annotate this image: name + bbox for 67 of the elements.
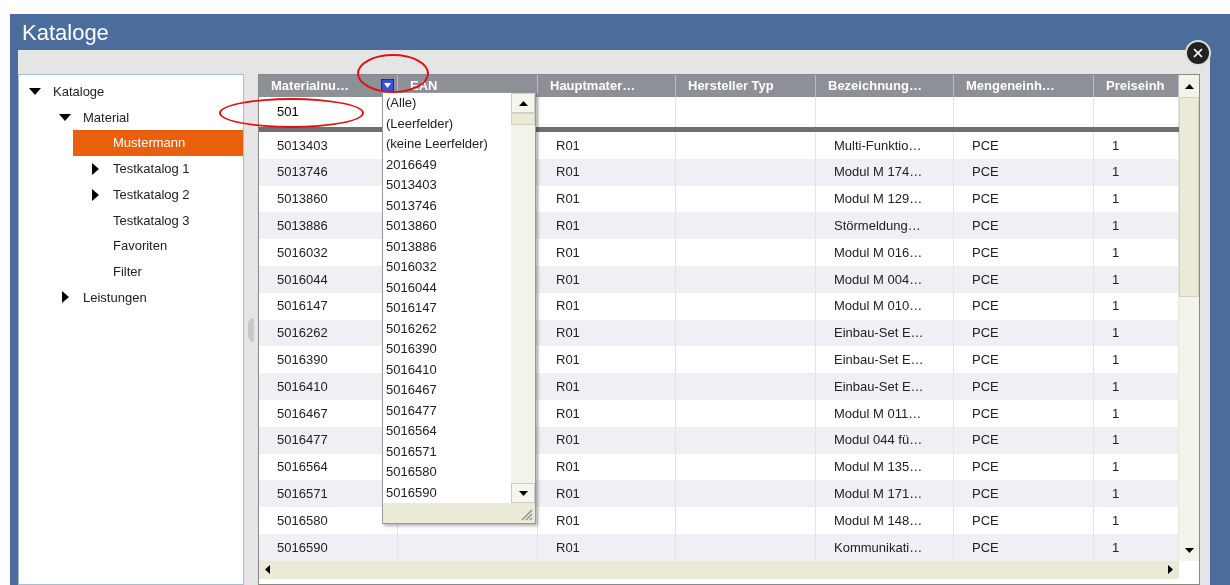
table-cell: Modul M 148… bbox=[816, 507, 954, 534]
table-cell: Modul M 011… bbox=[816, 399, 954, 427]
scroll-up-icon[interactable] bbox=[518, 100, 528, 106]
table-cell: R01 bbox=[538, 239, 676, 266]
table-cell: R01 bbox=[538, 292, 676, 320]
dropdown-option[interactable]: 5016032 bbox=[386, 257, 511, 278]
dropdown-option[interactable]: (Leerfelder) bbox=[386, 113, 511, 134]
dropdown-option[interactable]: 5016467 bbox=[386, 380, 511, 401]
table-cell: PCE bbox=[954, 132, 1094, 159]
tree-item[interactable]: Testkatalog 2 bbox=[113, 184, 190, 205]
table-cell: Modul 044 fü… bbox=[816, 426, 954, 454]
tree-item[interactable]: Favoriten bbox=[113, 236, 168, 256]
tree-item[interactable]: Filter bbox=[113, 261, 142, 282]
table-cell: PCE bbox=[954, 239, 1094, 266]
caret-right-icon[interactable] bbox=[89, 162, 101, 175]
tree-item[interactable]: Leistungen bbox=[83, 287, 147, 308]
filter-field[interactable]: 501 bbox=[269, 101, 379, 123]
dropdown-option[interactable]: 5016044 bbox=[386, 277, 511, 298]
dropdown-option[interactable]: 5016477 bbox=[386, 400, 511, 421]
table-cell: R01 bbox=[538, 132, 676, 159]
caret-right-icon[interactable] bbox=[89, 188, 101, 201]
tree-item[interactable]: Material bbox=[83, 107, 130, 128]
filter-icon[interactable] bbox=[381, 79, 394, 92]
scrollbar-thumb[interactable] bbox=[1179, 97, 1199, 297]
dropdown-option[interactable]: (keine Leerfelder) bbox=[386, 134, 511, 155]
table-cell: Modul M 174… bbox=[816, 158, 954, 186]
splitter-handle[interactable] bbox=[248, 317, 254, 342]
table-cell: R01 bbox=[538, 399, 676, 427]
scroll-down-icon[interactable] bbox=[518, 490, 528, 496]
resize-grip-icon[interactable] bbox=[519, 507, 533, 521]
scroll-left-icon[interactable] bbox=[265, 565, 270, 575]
table-cell: R01 bbox=[538, 158, 676, 186]
caret-right-icon[interactable] bbox=[59, 291, 71, 304]
table-cell: Einbau-Set E… bbox=[816, 373, 954, 400]
table-cell: PCE bbox=[954, 292, 1094, 320]
dropdown-option[interactable]: 5016564 bbox=[386, 421, 511, 442]
scroll-down-icon[interactable] bbox=[1184, 548, 1194, 554]
table-cell: Modul M 010… bbox=[816, 292, 954, 320]
table-cell: 5016590 bbox=[259, 533, 398, 561]
table-cell: R01 bbox=[538, 266, 676, 293]
table-cell: PCE bbox=[954, 507, 1094, 534]
table-cell: R01 bbox=[538, 426, 676, 454]
table-cell: R01 bbox=[538, 533, 676, 561]
table-cell: PCE bbox=[954, 426, 1094, 454]
tree-item[interactable]: Kataloge bbox=[53, 82, 105, 102]
table-cell: R01 bbox=[538, 507, 676, 534]
tree-item[interactable]: Testkatalog 3 bbox=[113, 210, 190, 231]
close-icon[interactable] bbox=[1191, 46, 1205, 60]
dropdown-option[interactable]: 5016147 bbox=[386, 298, 511, 319]
scroll-right-icon[interactable] bbox=[1168, 565, 1173, 575]
table-cell: R01 bbox=[538, 373, 676, 400]
table-cell: PCE bbox=[954, 373, 1094, 400]
scroll-up-icon[interactable] bbox=[1184, 83, 1194, 89]
table-cell: Multi-Funktio… bbox=[816, 132, 954, 159]
dropdown-option[interactable]: 2016649 bbox=[386, 154, 511, 175]
table-cell: PCE bbox=[954, 399, 1094, 427]
table-cell: PCE bbox=[954, 158, 1094, 186]
scrollbar-thumb[interactable] bbox=[511, 113, 535, 125]
table-cell: Kommunikati… bbox=[816, 533, 954, 561]
vertical-scrollbar[interactable] bbox=[1179, 75, 1199, 561]
table-cell: Modul M 016… bbox=[816, 239, 954, 266]
table-cell: PCE bbox=[954, 533, 1094, 561]
table-cell: Modul M 004… bbox=[816, 266, 954, 293]
tree-item[interactable]: Testkatalog 1 bbox=[113, 159, 190, 179]
dropdown-scrollbar[interactable] bbox=[511, 93, 535, 503]
table-cell: PCE bbox=[954, 266, 1094, 293]
window-title: Kataloge bbox=[22, 18, 109, 47]
